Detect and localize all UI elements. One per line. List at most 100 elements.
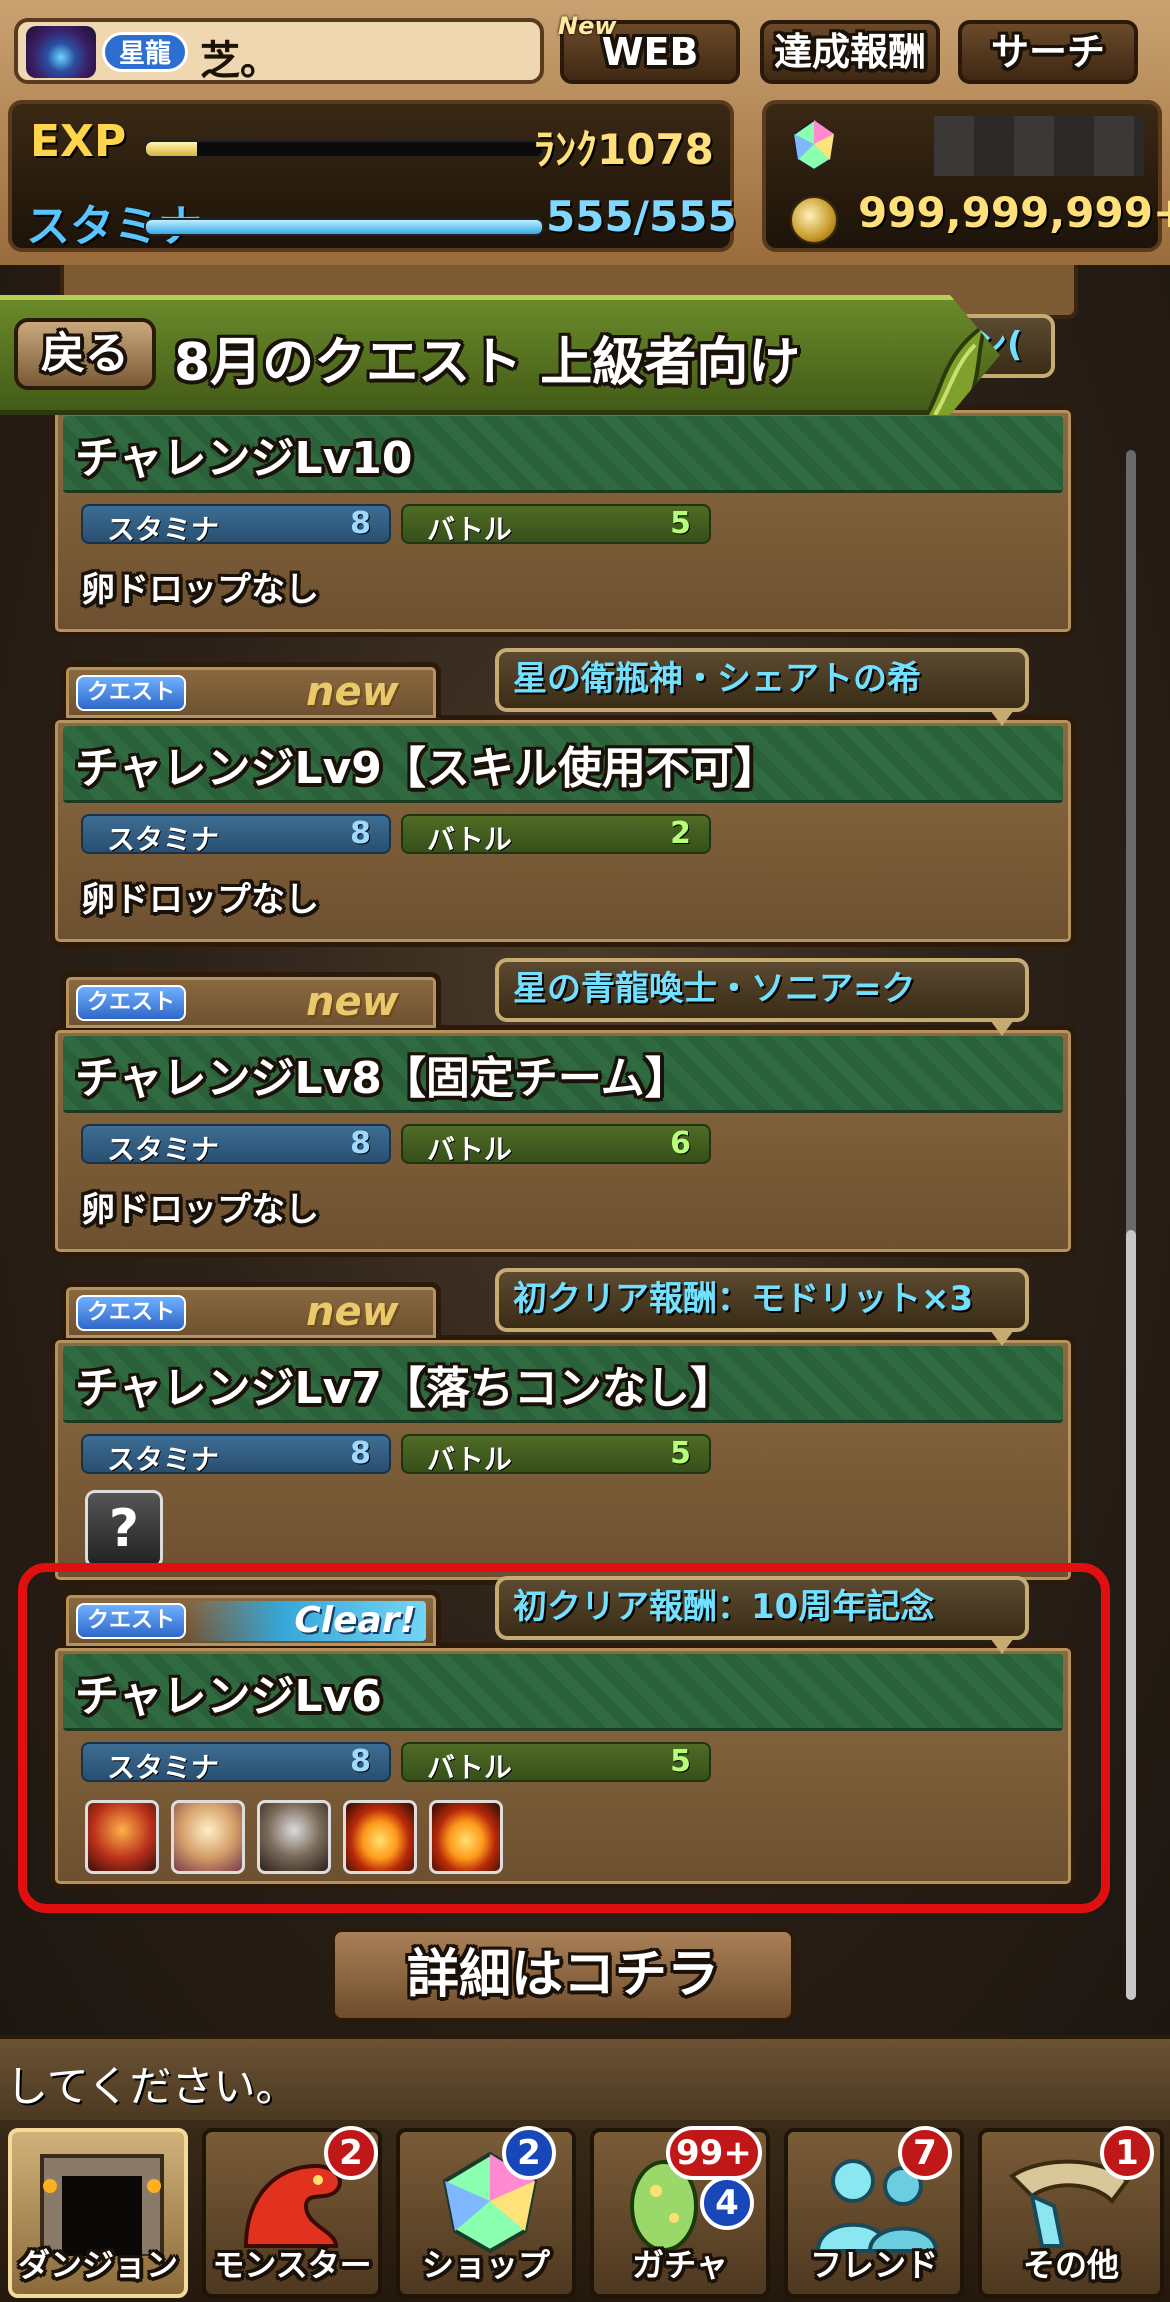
notification-badge: 2	[502, 2126, 556, 2180]
drop-info: 卵ドロップなし	[81, 880, 319, 920]
status-header: 星龍 芝。 WEB New 達成報酬 サーチ EXP ﾗﾝｸ1078 スタミナ …	[0, 0, 1170, 271]
battle-value: 2	[670, 816, 691, 851]
quest-title: 8月のクエスト 上級者向け	[174, 333, 801, 393]
stamina-pill-label: スタミナ	[107, 513, 220, 546]
quest-card[interactable]: クエスト new チャレンジLv7【落ちコンなし】 初クリア報酬：モドリット×3…	[50, 1268, 1076, 1585]
notification-badge: 1	[1100, 2126, 1154, 2180]
highlight-outline	[18, 1563, 1110, 1913]
quest-name: チャレンジLv8【固定チーム】	[75, 1053, 689, 1104]
details-button-label: 詳細はコチラ	[406, 1945, 719, 2005]
rank-text: ﾗﾝｸ1078	[534, 125, 714, 174]
scrollbar-thumb[interactable]	[1126, 1230, 1136, 2000]
quest-card-tab: クエスト new	[61, 662, 441, 718]
battle-value: 5	[670, 506, 691, 541]
notification-badge: 7	[898, 2126, 952, 2180]
drop-info: 卵ドロップなし	[81, 570, 319, 610]
quest-name: チャレンジLv9【スキル使用不可】	[75, 743, 778, 794]
stamina-bar-fill	[146, 220, 542, 234]
nav-friend[interactable]: 7 フレンド	[784, 2126, 964, 2298]
battle-value: 5	[670, 1436, 691, 1471]
battle-pill: バトル 5	[401, 504, 711, 546]
quest-type-badge: クエスト	[76, 985, 186, 1021]
battle-pill-label: バトル	[427, 1133, 512, 1166]
quest-card[interactable]: クエスト new チャレンジLv8【固定チーム】 星の青龍喚士・ソニア=ク スタ…	[50, 958, 1076, 1257]
new-badge: new	[306, 669, 399, 715]
stamina-pill-label: スタミナ	[107, 1443, 220, 1476]
quest-note-bubble: 星の衛瓶神・シェアトの希	[495, 648, 1029, 712]
quest-title-bar: 戻る 8月のクエスト 上級者向け	[0, 295, 1000, 415]
battle-pill-label: バトル	[427, 1443, 512, 1476]
bubble-tail	[990, 1330, 1014, 1346]
quest-name-bar: チャレンジLv8【固定チーム】	[63, 1036, 1063, 1113]
leader-avatar-icon	[26, 26, 96, 78]
nav-gacha[interactable]: 99+ 4 ガチャ	[590, 2126, 770, 2298]
stamina-pill: スタミナ 8	[81, 1124, 391, 1166]
nav-monster[interactable]: 2 モンスター	[202, 2126, 382, 2298]
exp-bar	[144, 140, 544, 158]
message-bar: してください。	[0, 2035, 1170, 2124]
nav-dungeon[interactable]: ダンジョン	[8, 2128, 188, 2298]
bubble-text: 星の青龍喚士・ソニア=ク	[513, 969, 916, 1009]
bottom-nav: ダンジョン 2 モンスター 2 ショップ 99+ 4 ガチャ 7 フレンド 1 …	[0, 2120, 1170, 2302]
search-button[interactable]: サーチ	[958, 20, 1138, 84]
nav-label: モンスター	[212, 2246, 372, 2284]
nav-label: ガチャ	[632, 2246, 728, 2284]
new-tag: New	[558, 12, 617, 40]
status-panel: EXP ﾗﾝｸ1078 スタミナ 555/555	[8, 100, 737, 252]
achievement-button-label: 達成報酬	[773, 30, 926, 74]
coin-icon	[790, 196, 838, 244]
battle-value: 6	[670, 1126, 691, 1161]
quest-card-tab: クエスト new	[61, 1282, 441, 1338]
bubble-tail	[990, 1020, 1014, 1036]
back-button[interactable]: 戻る	[14, 318, 156, 390]
stamina-pill-label: スタミナ	[107, 823, 220, 856]
player-name-bar[interactable]: 星龍 芝。	[14, 18, 544, 84]
unknown-drop-icon[interactable]: ?	[85, 1490, 163, 1568]
battle-pill: バトル 2	[401, 814, 711, 856]
battle-pill-label: バトル	[427, 513, 512, 546]
currency-panel[interactable]: 999,999,999+	[762, 100, 1170, 252]
stamina-text: 555/555	[546, 192, 737, 241]
quest-name-bar: チャレンジLv7【落ちコンなし】	[63, 1346, 1063, 1423]
exp-label: EXP	[30, 116, 127, 167]
notification-badge: 2	[324, 2126, 378, 2180]
bubble-text: 星の衛瓶神・シェアトの希	[513, 659, 921, 699]
stamina-value: 8	[350, 506, 371, 541]
nav-label: その他	[1022, 2246, 1119, 2284]
quest-card[interactable]: クエスト new チャレンジLv9【スキル使用不可】 星の衛瓶神・シェアトの希 …	[50, 648, 1076, 947]
quest-note-bubble: 星の青龍喚士・ソニア=ク	[495, 958, 1029, 1022]
stamina-pill-label: スタミナ	[107, 1133, 220, 1166]
nav-label: ダンジョン	[17, 2246, 178, 2284]
quest-card-tab: クエスト new	[61, 972, 441, 1028]
quest-card[interactable]: チャレンジLv10 ン( スタミナ 8 バトル 5 卵ドロップなし	[50, 314, 1076, 637]
stamina-value: 8	[350, 1126, 371, 1161]
battle-pill: バトル 5	[401, 1434, 711, 1476]
nav-shop[interactable]: 2 ショップ	[396, 2126, 576, 2298]
notification-badge: 99+	[666, 2126, 762, 2180]
stamina-value: 8	[350, 1436, 371, 1471]
magic-stone-icon	[792, 118, 836, 172]
exp-bar-fill	[146, 142, 198, 156]
new-badge: new	[306, 979, 399, 1025]
notification-badge-secondary: 4	[700, 2176, 754, 2230]
battle-pill: バトル 6	[401, 1124, 711, 1166]
quest-name: チャレンジLv7【落ちコンなし】	[75, 1363, 734, 1414]
quest-note-bubble: 初クリア報酬：モドリット×3	[495, 1268, 1029, 1332]
stamina-pill: スタミナ 8	[81, 1434, 391, 1476]
bubble-tail	[990, 710, 1014, 726]
new-badge: new	[306, 1289, 399, 1335]
details-button[interactable]: 詳細はコチラ	[330, 1927, 796, 2023]
nav-label: ショップ	[421, 2246, 550, 2284]
quest-type-badge: クエスト	[76, 1295, 186, 1331]
nav-label: フレンド	[809, 2246, 938, 2284]
achievement-reward-button[interactable]: 達成報酬	[760, 20, 940, 84]
nav-other[interactable]: 1 その他	[978, 2126, 1164, 2298]
battle-pill-label: バトル	[427, 823, 512, 856]
coin-amount: 999,999,999+	[858, 188, 1170, 237]
stamina-pill: スタミナ 8	[81, 504, 391, 546]
quest-name-bar: チャレンジLv10	[63, 416, 1063, 493]
quest-name-bar: チャレンジLv9【スキル使用不可】	[63, 726, 1063, 803]
quest-name: チャレンジLv10	[75, 433, 413, 484]
bubble-text: 初クリア報酬：モドリット×3	[513, 1279, 974, 1319]
stamina-bar	[144, 218, 544, 236]
